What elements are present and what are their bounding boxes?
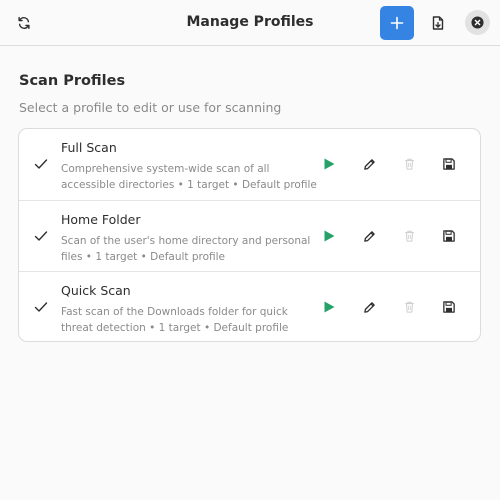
profile-row-full-scan[interactable]: Full Scan Comprehensive system-wide scan… xyxy=(19,129,480,200)
profile-name: Quick Scan xyxy=(61,283,131,298)
checkmark-icon xyxy=(34,231,48,241)
floppy-disk-icon xyxy=(443,230,455,242)
profile-description: Scan of the user's home directory and pe… xyxy=(61,235,311,263)
section-title: Scan Profiles xyxy=(19,73,126,89)
run-profile-button[interactable] xyxy=(318,225,340,247)
floppy-disk-icon xyxy=(443,158,455,170)
refresh-icon xyxy=(18,16,30,30)
profile-row-quick-scan[interactable]: Quick Scan Fast scan of the Downloads fo… xyxy=(19,271,480,341)
checkmark-icon xyxy=(34,302,48,312)
plus-icon xyxy=(390,16,404,30)
trash-icon xyxy=(404,158,414,170)
edit-profile-button[interactable] xyxy=(358,153,380,175)
refresh-button[interactable] xyxy=(10,9,38,37)
pencil-icon xyxy=(363,230,375,242)
close-icon xyxy=(471,16,484,29)
profile-name: Full Scan xyxy=(61,140,117,155)
run-profile-button[interactable] xyxy=(318,153,340,175)
play-icon xyxy=(324,230,335,242)
pencil-icon xyxy=(363,158,375,170)
run-profile-button[interactable] xyxy=(318,296,340,318)
trash-icon xyxy=(404,301,414,313)
edit-profile-button[interactable] xyxy=(358,296,380,318)
play-icon xyxy=(324,158,335,170)
export-profile-button[interactable] xyxy=(438,153,460,175)
delete-profile-button xyxy=(398,225,420,247)
floppy-disk-icon xyxy=(443,301,455,313)
import-file-icon xyxy=(432,16,444,30)
add-profile-button[interactable] xyxy=(380,6,414,40)
section-subtitle: Select a profile to edit or use for scan… xyxy=(19,100,282,115)
delete-profile-button xyxy=(398,153,420,175)
profile-row-home-folder[interactable]: Home Folder Scan of the user's home dire… xyxy=(19,200,480,271)
edit-profile-button[interactable] xyxy=(358,225,380,247)
checkmark-icon xyxy=(34,159,48,169)
play-icon xyxy=(324,301,335,313)
trash-icon xyxy=(404,230,414,242)
manage-profiles-window: Manage Profiles Scan Profiles Select a p… xyxy=(0,0,500,500)
profile-description: Fast scan of the Downloads folder for qu… xyxy=(61,306,289,334)
profile-description: Comprehensive system-wide scan of all ac… xyxy=(61,163,317,191)
header-bar: Manage Profiles xyxy=(0,0,500,46)
export-profile-button[interactable] xyxy=(438,225,460,247)
pencil-icon xyxy=(363,301,375,313)
close-button[interactable] xyxy=(465,10,490,35)
profile-list: Full Scan Comprehensive system-wide scan… xyxy=(18,128,481,342)
delete-profile-button xyxy=(398,296,420,318)
profile-name: Home Folder xyxy=(61,212,141,227)
import-profile-button[interactable] xyxy=(424,9,452,37)
export-profile-button[interactable] xyxy=(438,296,460,318)
